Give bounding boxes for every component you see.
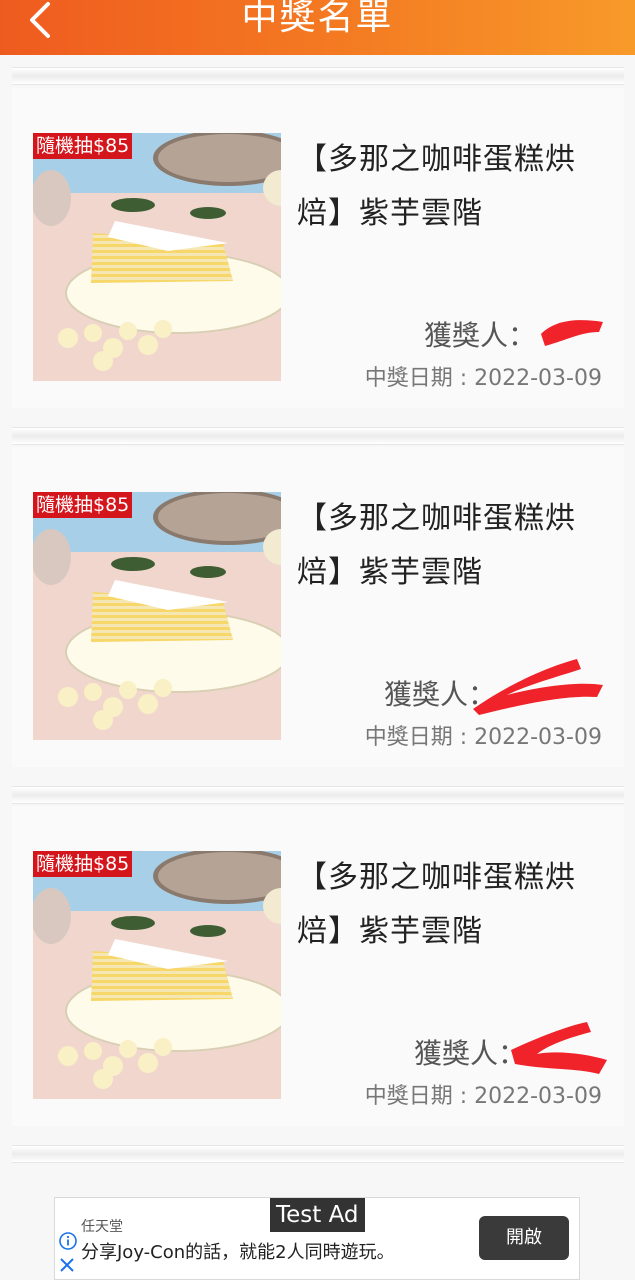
page-title: 中獎名單	[241, 0, 394, 38]
winner-card[interactable]: 隨機抽$85 【多那之咖啡蛋糕烘焙】紫芋雲階 獲獎人： 中獎日期 : 2022-…	[12, 447, 624, 767]
ad-advertiser: 任天堂	[81, 1219, 123, 1235]
page: 中獎名單 隨機抽$85 【多那之咖啡蛋糕烘焙】紫芋雲階 獲獎人： 中獎日期: …	[0, 0, 635, 1280]
award-date: 中獎日期 : 2022-03-09	[364, 725, 602, 750]
redaction-mark	[507, 1020, 612, 1080]
lottery-badge: 隨機抽$85	[33, 133, 133, 159]
lottery-badge: 隨機抽$85	[33, 492, 133, 518]
award-date: 中獎日期 : 2022-03-09	[364, 1084, 602, 1109]
product-image: 隨機抽$85	[33, 492, 281, 740]
info-icon[interactable]	[59, 1232, 77, 1250]
product-title: 【多那之咖啡蛋糕烘焙】紫芋雲階	[297, 142, 576, 231]
cake-photo	[33, 492, 281, 740]
divider	[12, 1145, 624, 1163]
winner-label: 獲獎人：	[423, 319, 536, 352]
product-image: 隨機抽$85	[33, 133, 281, 381]
divider	[12, 427, 624, 445]
winner-card[interactable]: 隨機抽$85 【多那之咖啡蛋糕烘焙】紫芋雲階 獲獎人： 中獎日期 : 2022-…	[12, 88, 624, 408]
winner-card[interactable]: 隨機抽$85 【多那之咖啡蛋糕烘焙】紫芋雲階 獲獎人： 中獎日期 : 2022-…	[12, 806, 624, 1126]
divider	[12, 786, 624, 804]
product-image: 隨機抽$85	[33, 851, 281, 1099]
divider	[12, 67, 624, 85]
product-title: 【多那之咖啡蛋糕烘焙】紫芋雲階	[297, 860, 576, 949]
ad-open-button[interactable]: 開啟	[479, 1216, 569, 1260]
app-header: 中獎名單	[0, 0, 635, 55]
cake-photo	[33, 133, 281, 381]
lottery-badge: 隨機抽$85	[33, 851, 133, 877]
redaction-mark	[467, 655, 607, 715]
cake-photo	[33, 851, 281, 1099]
award-date: 中獎日期 : 2022-03-09	[364, 366, 602, 391]
close-icon[interactable]	[58, 1256, 76, 1274]
product-title: 【多那之咖啡蛋糕烘焙】紫芋雲階	[297, 501, 576, 590]
redaction-mark	[537, 310, 607, 350]
ad-text: 分享Joy-Con的話，就能2人同時遊玩。	[81, 1242, 395, 1263]
ad-banner[interactable]: Test Ad 任天堂 分享Joy-Con的話，就能2人同時遊玩。 開啟	[54, 1197, 580, 1280]
test-ad-label: Test Ad	[270, 1198, 365, 1232]
